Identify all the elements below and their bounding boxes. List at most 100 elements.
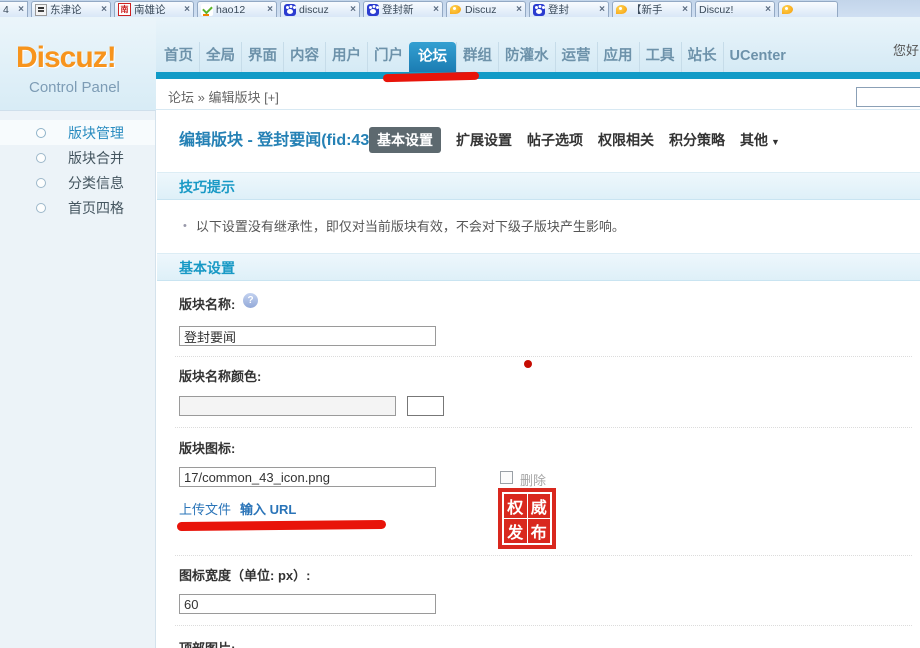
stamp-char: 布	[527, 519, 550, 543]
tab-basic-settings[interactable]: 基本设置	[369, 127, 441, 153]
close-icon[interactable]: ×	[18, 4, 24, 15]
nav-item-webmaster[interactable]: 站长	[680, 42, 723, 72]
divider	[175, 555, 912, 556]
close-icon[interactable]: ×	[433, 4, 439, 15]
input-url-link[interactable]: 输入 URL	[240, 499, 296, 518]
basic-settings-section-header: 基本设置	[157, 253, 920, 281]
divider	[175, 625, 912, 626]
stamp-char: 发	[504, 519, 527, 543]
discuz-favicon-icon	[782, 4, 794, 16]
circle-bullet-icon	[36, 152, 46, 163]
browser-tab-title: discuz	[299, 3, 329, 16]
browser-tab-title: 东津论	[50, 4, 82, 16]
browser-tab[interactable]: Discuz! ×	[695, 1, 775, 17]
screen: 4 × 东津论 × 南 南雄论 × hao12 × discuz × 登封新 ×	[0, 0, 920, 648]
browser-tab[interactable]	[778, 1, 838, 17]
nav-item-interface[interactable]: 界面	[241, 42, 283, 72]
sidebar-item-label: 首页四格	[68, 199, 124, 216]
logo-panel: Discuz! Control Panel	[0, 17, 156, 110]
browser-tab[interactable]: 【新手 ×	[612, 1, 692, 17]
browser-tab[interactable]: 登封 ×	[529, 1, 609, 17]
sidebar-item-label: 版块管理	[68, 124, 124, 141]
close-icon[interactable]: ×	[682, 4, 688, 15]
browser-tab[interactable]: 4 ×	[0, 1, 28, 17]
hao123-favicon-icon	[201, 3, 213, 16]
nav-item-antispam[interactable]: 防灌水	[498, 42, 555, 72]
close-icon[interactable]: ×	[184, 4, 190, 15]
help-icon[interactable]: ?	[243, 293, 258, 308]
browser-tab-title: Discuz	[465, 3, 497, 16]
close-icon[interactable]: ×	[765, 4, 771, 15]
nav-item-forum[interactable]: 论坛	[409, 42, 456, 72]
browser-tab[interactable]: 南 南雄论 ×	[114, 1, 194, 17]
nav-item-ucenter[interactable]: UCenter	[722, 42, 792, 72]
close-icon[interactable]: ×	[599, 4, 605, 15]
nav-item-home[interactable]: 首页	[158, 42, 199, 72]
browser-tab-title: 南雄论	[134, 4, 166, 16]
browser-tab[interactable]: 东津论 ×	[31, 1, 111, 17]
forum-name-input[interactable]	[179, 326, 436, 346]
stamp-char: 权	[504, 494, 527, 518]
breadcrumb: 论坛 » 编辑版块 [+]	[168, 90, 279, 105]
close-icon[interactable]: ×	[516, 4, 522, 15]
user-greeting: 您好,	[893, 43, 920, 58]
browser-tab[interactable]: 登封新 ×	[363, 1, 443, 17]
top-image-label: 顶部图片:	[179, 638, 235, 648]
tip-text: 以下设置没有继承性，即仅对当前版块有效，不会对下级子版块产生影响。	[195, 219, 625, 234]
delete-checkbox[interactable]	[500, 471, 513, 484]
stamp-char: 威	[527, 494, 550, 518]
browser-tab[interactable]: Discuz ×	[446, 1, 526, 17]
top-nav: 首页 全局 界面 内容 用户 门户 论坛 群组 防灌水 运营 应用 工具 站长 …	[158, 42, 792, 72]
tab-credit-policy[interactable]: 积分策略	[669, 127, 725, 153]
browser-tab-title: hao12	[216, 3, 246, 16]
circle-bullet-icon	[36, 202, 46, 213]
sidebar-item-label: 版块合并	[68, 149, 124, 166]
tab-permissions[interactable]: 权限相关	[598, 127, 654, 153]
tab-other[interactable]: 其他 ▼	[740, 127, 780, 153]
forum-icon-label: 版块图标:	[179, 441, 236, 456]
tab-extended-settings[interactable]: 扩展设置	[456, 127, 512, 153]
browser-tab-title: 4	[3, 3, 9, 16]
red-annotation-underline-links	[176, 519, 387, 532]
browser-tab[interactable]: hao12 ×	[197, 1, 277, 17]
nav-item-tools[interactable]: 工具	[638, 42, 681, 72]
divider	[175, 427, 912, 428]
nav-item-global[interactable]: 全局	[199, 42, 241, 72]
close-icon[interactable]: ×	[101, 4, 107, 15]
discuz-favicon-icon	[450, 4, 462, 16]
teal-divider-bar	[156, 72, 920, 79]
close-icon[interactable]: ×	[267, 4, 273, 15]
settings-tabs: 基本设置 扩展设置 帖子选项 权限相关 积分策略 其他 ▼	[369, 127, 795, 153]
nav-item-portal[interactable]: 门户	[367, 42, 409, 72]
sidebar-item-forum-merge[interactable]: 版块合并	[0, 145, 155, 170]
sidebar-item-forum-manage[interactable]: 版块管理	[0, 120, 155, 145]
browser-tab-title: 【新手	[631, 4, 663, 16]
close-icon[interactable]: ×	[350, 4, 356, 15]
icon-width-label: 图标宽度（单位: px）:	[179, 568, 311, 583]
chevron-down-icon: ▼	[771, 137, 780, 147]
forum-name-color-input[interactable]	[179, 396, 396, 416]
nav-item-groups[interactable]: 群组	[456, 42, 498, 72]
tab-other-label: 其他	[740, 132, 768, 148]
browser-tab-title: 登封新	[382, 4, 414, 16]
nan-favicon-icon: 南	[118, 3, 131, 16]
circle-bullet-icon	[36, 127, 46, 138]
tab-post-options[interactable]: 帖子选项	[527, 127, 583, 153]
sidebar-item-home-grid[interactable]: 首页四格	[0, 195, 155, 220]
forum-name-color-label: 版块名称颜色:	[179, 369, 262, 384]
nav-item-operation[interactable]: 运营	[554, 42, 597, 72]
browser-tab[interactable]: discuz ×	[280, 1, 360, 17]
sidebar-item-category-info[interactable]: 分类信息	[0, 170, 155, 195]
logo-subtitle: Control Panel	[29, 79, 120, 96]
nav-item-content[interactable]: 内容	[283, 42, 325, 72]
delete-checkbox-label: 删除	[520, 473, 547, 488]
color-picker-swatch[interactable]	[407, 396, 444, 416]
forum-icon-input[interactable]	[179, 467, 436, 487]
discuz-favicon-icon	[616, 4, 628, 16]
nav-item-users[interactable]: 用户	[325, 42, 367, 72]
search-input[interactable]	[856, 87, 920, 107]
circle-bullet-icon	[36, 177, 46, 188]
upload-file-link[interactable]: 上传文件	[179, 499, 231, 518]
icon-width-input[interactable]	[179, 594, 436, 614]
nav-item-apps[interactable]: 应用	[596, 42, 639, 72]
